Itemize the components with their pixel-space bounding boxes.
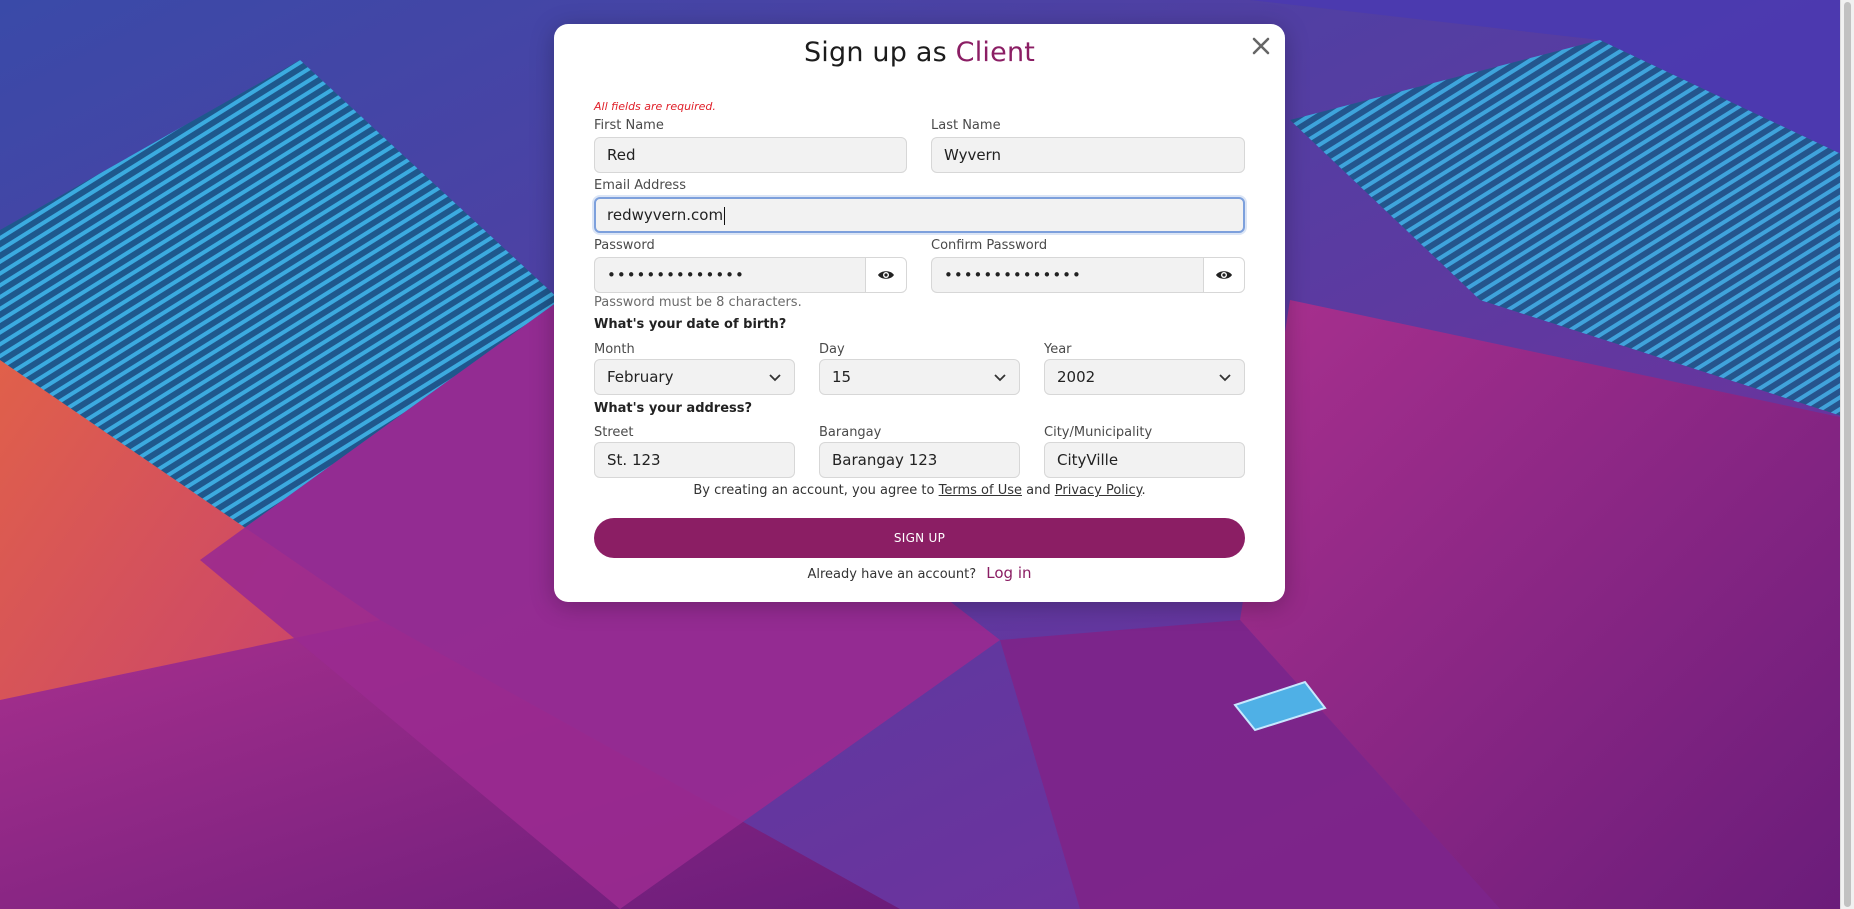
show-password-button[interactable] (865, 257, 907, 293)
confirm-password-label: Confirm Password (931, 238, 1048, 253)
confirm-password-input[interactable]: •••••••••••••• (931, 257, 1203, 293)
password-input[interactable]: •••••••••••••• (594, 257, 865, 293)
month-value: February (607, 368, 674, 386)
show-confirm-password-button[interactable] (1203, 257, 1245, 293)
year-select[interactable]: 2002 (1044, 359, 1245, 395)
required-note: All fields are required. (594, 100, 716, 113)
login-link[interactable]: Log in (986, 564, 1031, 582)
month-label: Month (594, 342, 635, 357)
email-label: Email Address (594, 178, 686, 193)
signup-modal: Sign up as Client All fields are require… (554, 24, 1285, 602)
title-accent: Client (955, 37, 1036, 68)
barangay-input[interactable]: Barangay 123 (819, 442, 1020, 478)
first-name-input[interactable]: Red (594, 137, 907, 173)
last-name-input[interactable]: Wyvern (931, 137, 1245, 173)
last-name-label: Last Name (931, 118, 1001, 133)
eye-icon (1216, 271, 1232, 279)
address-heading: What's your address? (594, 401, 753, 416)
page-scrollbar[interactable] (1840, 0, 1854, 909)
password-group: •••••••••••••• (594, 257, 907, 293)
chevron-down-icon (769, 374, 781, 382)
chevron-down-icon (994, 374, 1006, 382)
confirm-password-group: •••••••••••••• (931, 257, 1245, 293)
password-label: Password (594, 238, 655, 253)
text-caret (724, 206, 726, 225)
signup-button[interactable]: SIGN UP (594, 518, 1245, 558)
terms-prefix: By creating an account, you agree to (693, 483, 935, 498)
modal-title: Sign up as Client (554, 37, 1285, 68)
password-hint: Password must be 8 characters. (594, 295, 802, 310)
terms-text: By creating an account, you agree to Ter… (554, 483, 1285, 498)
terms-suffix: . (1141, 483, 1146, 498)
scrollbar-thumb[interactable] (1844, 2, 1851, 907)
first-name-label: First Name (594, 118, 664, 133)
day-value: 15 (832, 368, 852, 386)
street-label: Street (594, 425, 634, 440)
title-prefix: Sign up as (803, 37, 947, 68)
year-value: 2002 (1057, 368, 1096, 386)
chevron-down-icon (1219, 374, 1231, 382)
city-label: City/Municipality (1044, 425, 1153, 440)
month-select[interactable]: February (594, 359, 795, 395)
day-select[interactable]: 15 (819, 359, 1020, 395)
login-row: Already have an account? Log in (554, 564, 1285, 582)
terms-and: and (1026, 483, 1051, 498)
privacy-policy-link[interactable]: Privacy Policy (1055, 483, 1142, 498)
year-label: Year (1044, 342, 1072, 357)
email-input[interactable]: redwyvern.com (594, 197, 1245, 233)
city-input[interactable]: CityVille (1044, 442, 1245, 478)
eye-icon (878, 271, 894, 279)
have-account-text: Already have an account? (807, 567, 977, 582)
dob-heading: What's your date of birth? (594, 317, 787, 332)
street-input[interactable]: St. 123 (594, 442, 795, 478)
barangay-label: Barangay (819, 425, 882, 440)
terms-of-use-link[interactable]: Terms of Use (939, 483, 1022, 498)
day-label: Day (819, 342, 845, 357)
email-value: redwyvern.com (607, 206, 724, 224)
